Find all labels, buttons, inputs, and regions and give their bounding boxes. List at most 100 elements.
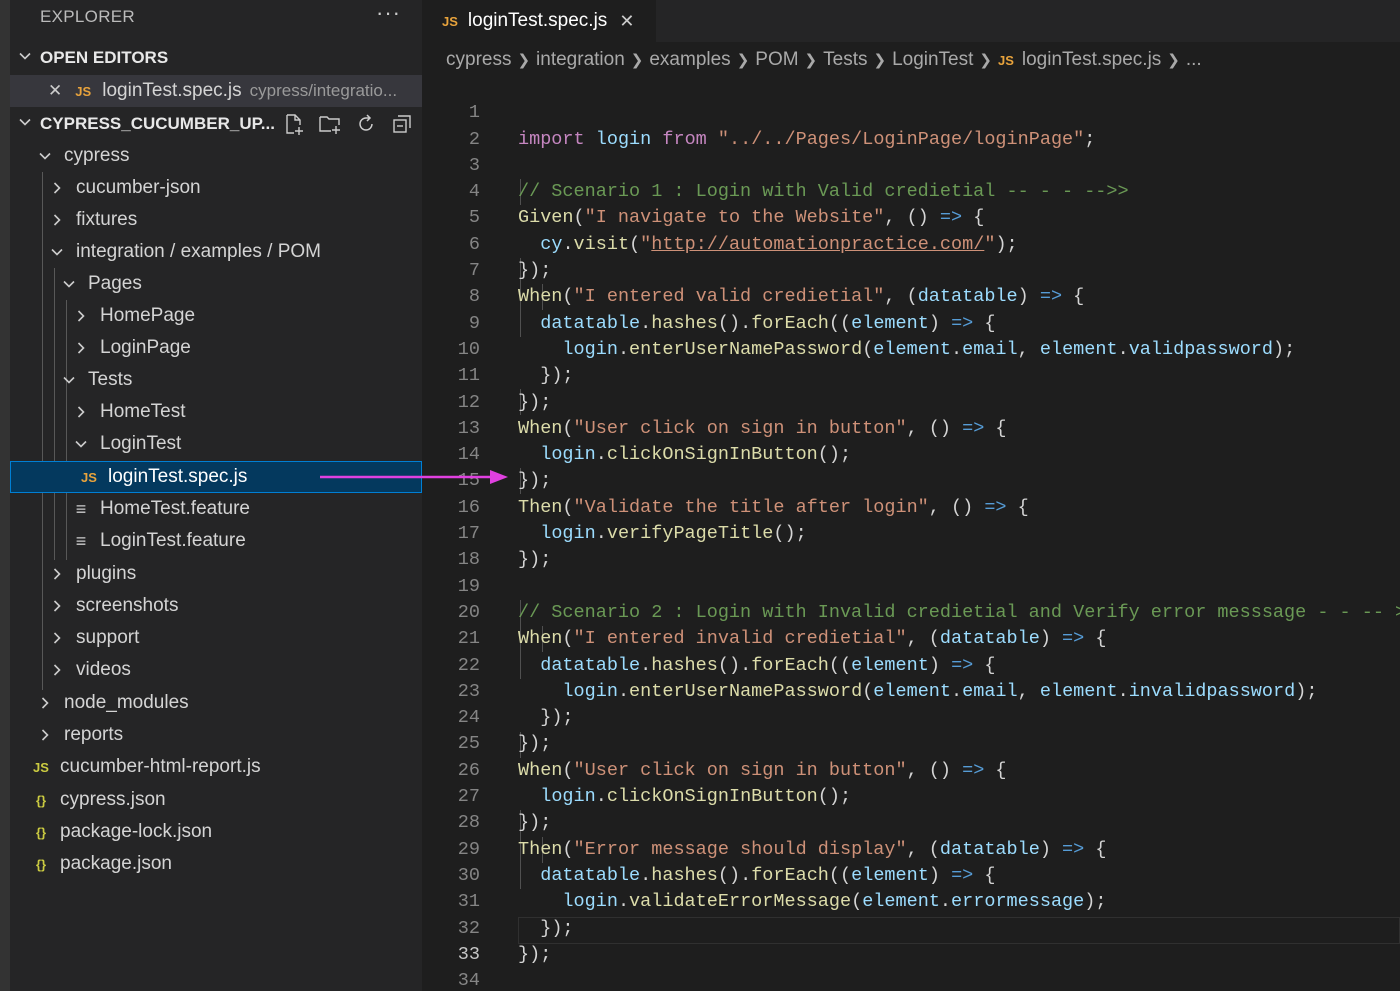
tree-folder-plugins[interactable]: plugins — [10, 558, 422, 590]
collapse-all-icon[interactable] — [390, 112, 414, 136]
code-line: 22 login.enterUserNamePassword(element.e… — [422, 626, 1400, 702]
chevron-down-icon — [74, 437, 88, 451]
tree-label: videos — [76, 659, 131, 680]
code-line: 30 login.validateErrorMessage(element.er… — [422, 837, 1400, 912]
tree-file-cypress-json[interactable]: {} cypress.json — [10, 784, 422, 816]
code-line: 9 login.enterUserNamePassword(element.em… — [422, 284, 1400, 360]
refresh-icon[interactable] — [354, 112, 378, 136]
open-editor-path: cypress/integratio... — [249, 81, 398, 100]
tree-label: screenshots — [76, 595, 179, 616]
tree-file-hometest-feature[interactable]: ≡ HomeTest.feature — [10, 493, 422, 525]
code-line: 23 }); — [422, 653, 1400, 728]
code-line: 20 When("I entered invalid credietial", … — [422, 574, 1400, 649]
tree-label: loginTest.spec.js — [108, 466, 248, 487]
tree-folder-reports[interactable]: reports — [10, 719, 422, 751]
tree-folder-videos[interactable]: videos — [10, 654, 422, 686]
tree-label: Tests — [88, 369, 133, 390]
tree-folder-logintest[interactable]: LoginTest — [10, 428, 422, 460]
js-file-icon: JS — [81, 469, 97, 485]
code-line: 6 }); — [422, 206, 1400, 281]
tree-label: LoginPage — [100, 337, 191, 358]
annotation-arrow-icon — [320, 470, 508, 484]
tab-bar: JS loginTest.spec.js ✕ — [422, 0, 1400, 42]
breadcrumb-item[interactable]: LoginTest — [892, 49, 973, 71]
breadcrumb-item[interactable]: examples — [649, 49, 730, 71]
breadcrumb-item[interactable]: integration — [536, 49, 625, 71]
project-section[interactable]: CYPRESS_CUCUMBER_UP... — [10, 110, 422, 138]
chevron-right-icon — [50, 631, 64, 645]
chevron-right-icon — [38, 696, 52, 710]
chevron-right-icon — [50, 599, 64, 613]
code-line: 8 datatable.hashes().forEach((element) =… — [422, 258, 1400, 333]
tree-folder-fixtures[interactable]: fixtures — [10, 204, 422, 236]
more-actions-icon[interactable]: ··· — [376, 2, 401, 24]
code-line: 11 }); — [422, 337, 1400, 412]
tree-label: cucumber-json — [76, 177, 201, 198]
tab-label: loginTest.spec.js — [467, 10, 608, 31]
code-line: 27 }); — [422, 758, 1400, 833]
tree-label: cypress.json — [60, 789, 166, 810]
code-line: 16 login.verifyPageTitle(); — [422, 469, 1400, 544]
tree-file-logintest-feature[interactable]: ≡ LoginTest.feature — [10, 525, 422, 557]
tree-folder-homepage[interactable]: HomePage — [10, 300, 422, 332]
project-title: CYPRESS_CUCUMBER_UP... — [40, 114, 275, 133]
code-line: 7 When("I entered valid credietial", (da… — [422, 232, 1400, 307]
chevron-down-icon — [62, 373, 76, 387]
tree-file-package-json[interactable]: {} package.json — [10, 848, 422, 880]
breadcrumb-item[interactable]: POM — [755, 49, 798, 71]
tree-label: LoginTest.feature — [100, 530, 246, 551]
js-file-icon: JS — [75, 83, 92, 99]
code-line: 21 datatable.hashes().forEach((element) … — [422, 600, 1400, 675]
chevron-right-icon: ❯ — [630, 52, 644, 69]
code-line: 15 Then("Validate the title after login"… — [422, 442, 1400, 517]
tree-file-package-lock-json[interactable]: {} package-lock.json — [10, 816, 422, 848]
code-line: 25 When("User click on sign in button", … — [422, 705, 1400, 780]
code-line: 5 cy.visit("http://automationpractice.co… — [422, 179, 1400, 254]
js-file-icon: JS — [442, 13, 458, 29]
code-line: 34 — [422, 942, 1400, 991]
tree-folder-pages[interactable]: Pages — [10, 268, 422, 300]
feature-file-icon: ≡ — [75, 498, 87, 519]
tree-folder-integration[interactable]: integration / examples / POM — [10, 236, 422, 268]
tree-folder-screenshots[interactable]: screenshots — [10, 590, 422, 622]
code-line: 10 }); — [422, 311, 1400, 386]
code-line: 26 login.clickOnSignInButton(); — [422, 732, 1400, 807]
new-file-icon[interactable] — [282, 112, 306, 136]
open-editors-section[interactable]: OPEN EDITORS — [10, 44, 422, 72]
tree-folder-cypress[interactable]: cypress — [10, 140, 422, 172]
breadcrumb-item[interactable]: cypress — [446, 49, 511, 71]
open-editors-title: OPEN EDITORS — [40, 48, 169, 67]
chevron-down-icon — [10, 48, 40, 68]
open-editor-filename: loginTest.spec.js — [102, 80, 242, 101]
chevron-right-icon — [50, 181, 64, 195]
tree-folder-node-modules[interactable]: node_modules — [10, 687, 422, 719]
code-line: 4 Given("I navigate to the Website", () … — [422, 153, 1400, 228]
breadcrumb-item[interactable]: Tests — [823, 49, 867, 71]
close-icon[interactable]: ✕ — [619, 11, 634, 32]
tree-folder-support[interactable]: support — [10, 622, 422, 654]
tree-label: plugins — [76, 563, 137, 584]
chevron-right-icon: ❯ — [1167, 52, 1180, 69]
tab-logintest-spec[interactable]: JS loginTest.spec.js ✕ — [422, 0, 656, 42]
tree-folder-cucumber-json[interactable]: cucumber-json — [10, 172, 422, 204]
code-line: 1 import login from "../../Pages/LoginPa… — [422, 74, 1400, 149]
chevron-right-icon — [74, 341, 88, 355]
new-folder-icon[interactable] — [318, 112, 342, 136]
tree-folder-tests[interactable]: Tests — [10, 364, 422, 396]
json-file-icon: {} — [35, 792, 47, 808]
code-line: 12 When("User click on sign in button", … — [422, 363, 1400, 439]
explorer-title: EXPLORER — [40, 7, 135, 26]
close-icon[interactable]: ✕ — [48, 81, 62, 101]
breadcrumb-item[interactable]: ... — [1186, 49, 1202, 71]
tree-file-cucumber-html-report[interactable]: JS cucumber-html-report.js — [10, 751, 422, 783]
open-editor-item[interactable]: ✕ JS loginTest.spec.js cypress/integrati… — [10, 75, 422, 107]
chevron-right-icon: ❯ — [979, 52, 992, 69]
tree-folder-hometest[interactable]: HomeTest — [10, 396, 422, 428]
breadcrumb-item[interactable]: loginTest.spec.js — [1022, 49, 1161, 71]
tree-folder-loginpage[interactable]: LoginPage — [10, 332, 422, 364]
tree-label: fixtures — [76, 209, 138, 230]
code-line: 32 }); — [422, 889, 1400, 965]
tree-label: HomeTest.feature — [100, 498, 250, 519]
chevron-down-icon — [62, 277, 76, 291]
chevron-down-icon — [38, 149, 52, 163]
